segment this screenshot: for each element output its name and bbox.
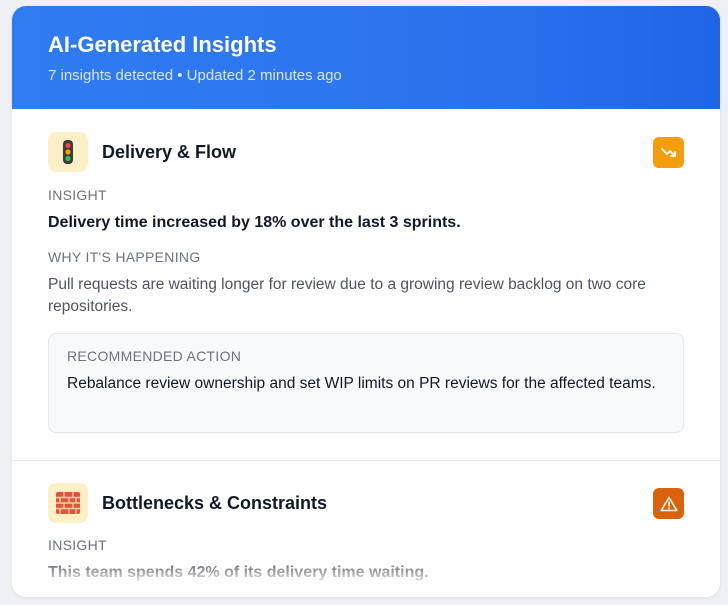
insight-card[interactable]: Delivery & Flow INSIGHT Delivery time in…	[12, 109, 720, 461]
panel-title: AI-Generated Insights	[48, 32, 277, 57]
insight-card[interactable]: Bottlenecks & Constraints INSIGHT This t…	[12, 461, 720, 582]
trend-down-icon[interactable]	[653, 137, 684, 168]
recommended-action-box: RECOMMENDED ACTION Rebalance review owne…	[48, 333, 684, 433]
insight-label: INSIGHT	[48, 187, 107, 203]
why-text: Pull requests are waiting longer for rev…	[48, 276, 646, 315]
recommended-action-label: RECOMMENDED ACTION	[67, 348, 242, 364]
insight-card-header: Bottlenecks & Constraints	[48, 483, 684, 523]
insight-text: This team spends 42% of its delivery tim…	[48, 564, 429, 581]
panel-header: AI-Generated Insights 7 insights detecte…	[12, 6, 720, 109]
insights-panel: AI-Generated Insights 7 insights detecte…	[12, 6, 720, 597]
insight-category-title: Bottlenecks & Constraints	[102, 492, 328, 513]
panel-subtitle: 7 insights detected • Updated 2 minutes …	[48, 67, 342, 84]
recommended-action-text: Rebalance review ownership and set WIP l…	[67, 375, 656, 392]
insight-label: INSIGHT	[48, 537, 107, 553]
why-label: WHY IT'S HAPPENING	[48, 249, 201, 265]
warning-icon[interactable]	[653, 488, 684, 519]
traffic-light-icon	[48, 132, 88, 172]
insight-text: Delivery time increased by 18% over the …	[48, 214, 461, 231]
insight-card-header: Delivery & Flow	[48, 132, 684, 172]
brick-wall-icon	[48, 483, 88, 523]
insight-category-title: Delivery & Flow	[102, 141, 237, 162]
